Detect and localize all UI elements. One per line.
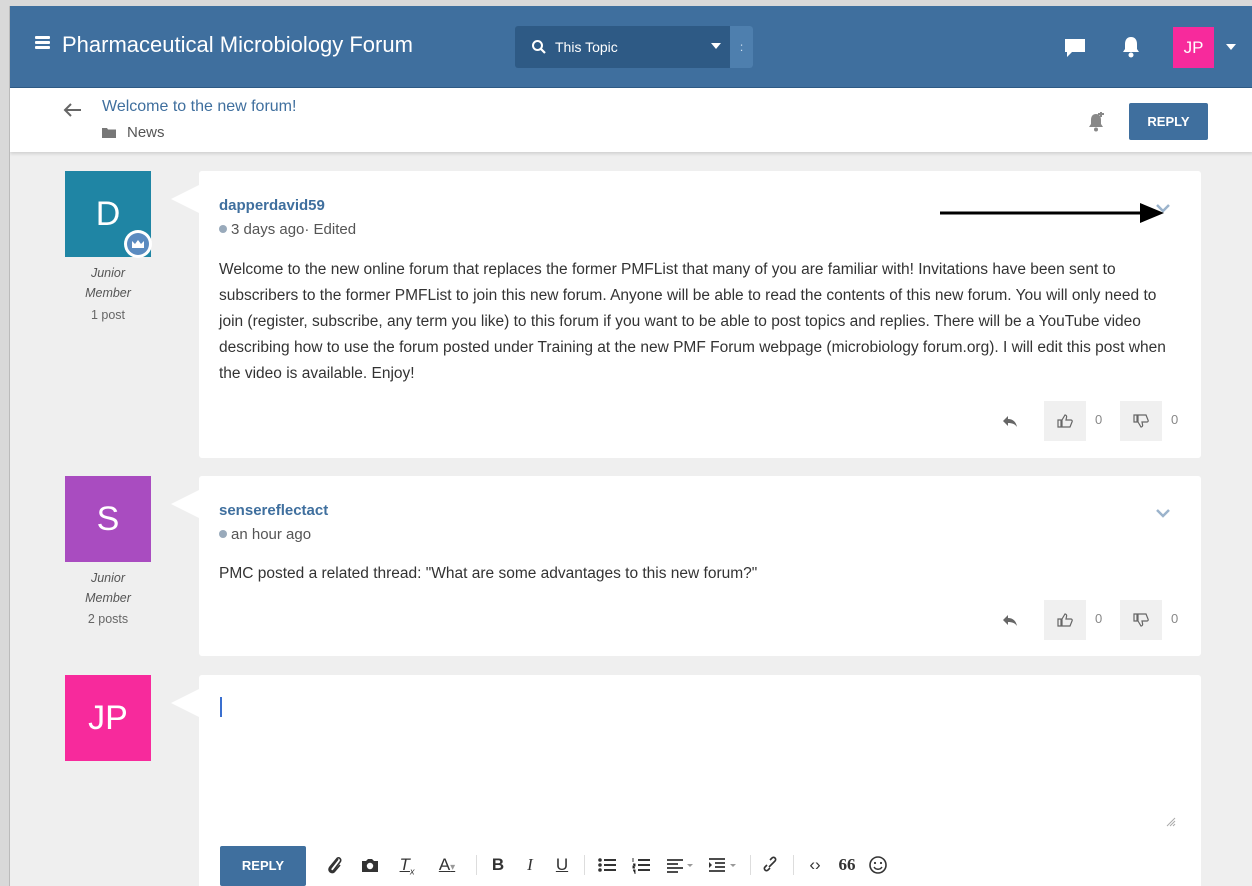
annotation-arrow <box>940 203 1164 223</box>
upvote-button[interactable] <box>1044 401 1086 441</box>
author-role-line: Junior <box>90 266 126 280</box>
crown-badge-icon <box>124 230 152 258</box>
reply-button[interactable]: REPLY <box>1129 103 1208 140</box>
search-scope-dropdown[interactable]: This Topic : <box>515 26 753 68</box>
thumbs-down-icon <box>1133 414 1149 428</box>
site-title[interactable]: Pharmaceutical Microbiology Forum <box>62 32 413 58</box>
post-username[interactable]: sensereflectact <box>219 502 328 519</box>
author-role-line: Member <box>85 286 131 300</box>
post-timestamp: an hour ago <box>219 526 311 543</box>
downvote-count: 0 <box>1171 611 1179 626</box>
upvote-count: 0 <box>1095 611 1103 626</box>
post-card: sensereflectact an hour ago PMC posted a… <box>171 476 1201 656</box>
indent-icon[interactable] <box>707 853 741 877</box>
chat-icon[interactable] <box>1063 38 1087 58</box>
quote-icon[interactable]: 66 <box>835 853 859 877</box>
folder-icon <box>102 128 116 138</box>
bold-icon[interactable]: B <box>489 853 507 877</box>
post-actions: 0 0 <box>994 600 1194 640</box>
upvote-button[interactable] <box>1044 600 1086 640</box>
link-icon[interactable] <box>761 853 783 877</box>
text-cursor <box>220 697 222 717</box>
bullet-list-icon[interactable] <box>597 853 619 877</box>
author-role: Junior Member <box>65 263 151 303</box>
quote-reply-icon[interactable] <box>1002 614 1018 626</box>
post-body: PMC posted a related thread: "What are s… <box>219 565 758 582</box>
post-author-avatar[interactable]: S <box>65 476 151 562</box>
watch-topic-icon[interactable] <box>1087 112 1105 132</box>
emoji-icon[interactable] <box>867 853 891 877</box>
quote-reply-icon[interactable] <box>1002 415 1018 427</box>
search-scope-label: This Topic <box>555 39 618 55</box>
search-icon <box>532 40 546 54</box>
menu-icon[interactable] <box>35 36 50 50</box>
thumbs-up-icon <box>1057 613 1073 627</box>
post-timestamp: 3 days ago· Edited <box>219 221 356 238</box>
author-role: Junior Member <box>65 568 151 608</box>
camera-icon[interactable] <box>359 853 383 877</box>
author-role-line: Member <box>85 591 131 605</box>
underline-icon[interactable]: U <box>553 853 571 877</box>
topic-title[interactable]: Welcome to the new forum! <box>102 98 296 116</box>
paperclip-icon[interactable] <box>324 853 346 877</box>
author-post-count: 2 posts <box>87 612 129 626</box>
downvote-button[interactable] <box>1120 401 1162 441</box>
align-icon[interactable] <box>665 853 697 877</box>
chevron-down-icon <box>711 43 721 49</box>
thumbs-up-icon <box>1057 414 1073 428</box>
author-role-line: Junior <box>90 571 126 585</box>
upvote-count: 0 <box>1095 412 1103 427</box>
numbered-list-icon[interactable] <box>631 853 653 877</box>
user-avatar[interactable]: JP <box>1173 27 1214 68</box>
chevron-down-icon[interactable] <box>1226 44 1236 50</box>
topic-header: Welcome to the new forum! News REPLY <box>10 88 1252 152</box>
resize-grip-icon[interactable] <box>1164 815 1176 827</box>
author-post-count: 1 post <box>90 308 126 322</box>
code-icon[interactable]: ‹› <box>804 853 826 877</box>
clear-format-icon[interactable]: Tx <box>395 853 419 877</box>
text-color-icon[interactable]: A▾ <box>429 853 465 877</box>
composer-user-avatar: JP <box>65 675 151 761</box>
back-arrow-icon[interactable] <box>62 102 82 118</box>
downvote-button[interactable] <box>1120 600 1162 640</box>
browser-viewport: Pharmaceutical Microbiology Forum This T… <box>9 6 1252 886</box>
reply-composer[interactable]: REPLY Tx A▾ B I U ‹› 66 <box>171 675 1201 886</box>
post-meta-text: an hour ago <box>231 526 312 543</box>
topic-category[interactable]: News <box>127 124 165 141</box>
search-options-button[interactable]: : <box>730 26 753 68</box>
post-actions: 0 0 <box>994 401 1194 441</box>
bell-icon[interactable] <box>1121 36 1141 58</box>
downvote-count: 0 <box>1171 412 1179 427</box>
post-body: Welcome to the new online forum that rep… <box>219 261 1166 382</box>
thumbs-down-icon <box>1133 613 1149 627</box>
post-username[interactable]: dapperdavid59 <box>219 197 325 214</box>
submit-reply-button[interactable]: REPLY <box>220 846 306 886</box>
post-options-chevron-icon[interactable] <box>1156 508 1170 518</box>
post-meta-text: 3 days ago· Edited <box>231 221 357 238</box>
italic-icon[interactable]: I <box>521 853 539 877</box>
top-navigation-bar: Pharmaceutical Microbiology Forum This T… <box>10 6 1252 88</box>
